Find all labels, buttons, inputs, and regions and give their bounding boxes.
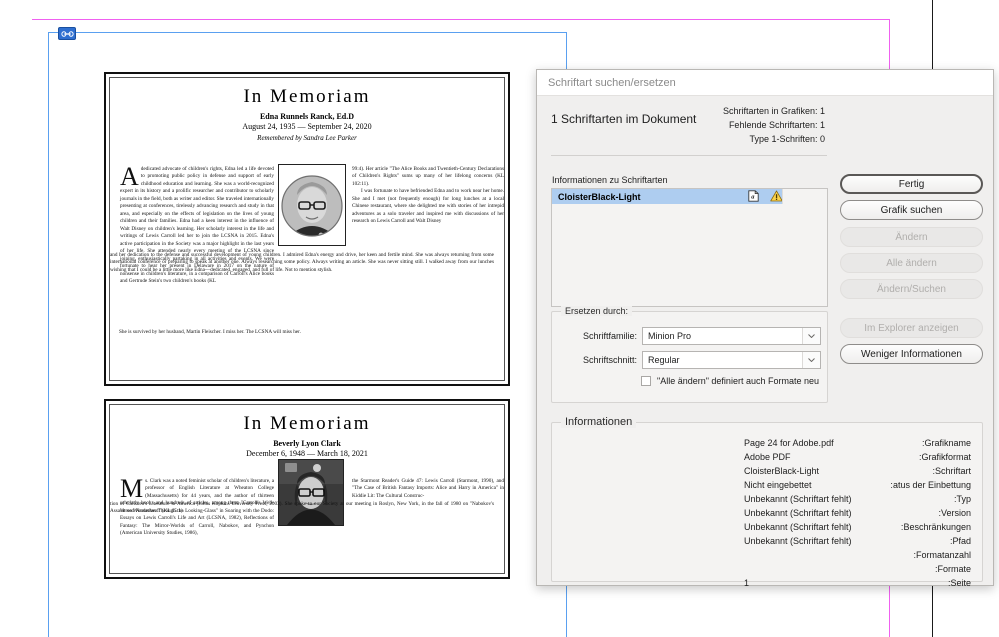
article-inner-1: In Memoriam Edna Runnels Ranck, Ed.D Aug… [109,77,505,381]
article-closing-1: She is survived by her husband, Martin F… [110,329,494,336]
info-value: Unbekannt (Schriftart fehlt) [744,536,852,546]
info-row: atus der Einbettung: Nicht eingebettet [551,480,971,494]
deceased-name: Edna Runnels Ranck, Ed.D [259,112,355,121]
redefine-styles-label: "Alle ändern" definiert auch Formate neu [657,376,819,386]
dropcap-2: M [120,473,144,503]
article-fullwidth-text-1: and her dedication to the defense and su… [110,252,494,273]
margin-guide-top [32,19,890,20]
font-family-select[interactable]: Minion Pro [642,327,821,345]
less-info-button[interactable]: Weniger Informationen [840,344,983,364]
reveal-in-explorer-button-label: Im Explorer anzeigen [864,322,959,334]
page-title-2: In Memoriam [243,413,371,434]
info-key: Formate: [934,564,971,574]
info-value: Unbekannt (Schriftart fehlt) [744,494,852,504]
link-chain-icon[interactable] [58,27,76,40]
done-button-label: Fertig [898,178,925,190]
font-name-label: CloisterBlack-Light [558,191,641,202]
dialog-titlebar: Schriftart suchen/ersetzen [537,70,993,96]
chevron-down-icon[interactable] [802,328,820,344]
chevron-down-icon-2[interactable] [802,352,820,368]
document-a-icon: a [748,189,759,204]
article-fullwidth-text-2: tion of Children's Literature in America… [110,501,494,515]
deceased-dates: August 24, 1935 — September 24, 2020 [242,122,372,132]
info-value: Unbekannt (Schriftart fehlt) [744,522,852,532]
info-row: Formate: [551,564,971,578]
info-row: Seite: 1 [551,578,971,592]
article-fullwidth-2: tion of Children's Literature in America… [110,501,494,516]
row-status-cell [782,189,827,204]
list-header-label: Informationen zu Schriftarten [552,175,668,185]
info-key: Seite: [947,578,971,588]
info-row: Version: Unbekannt (Schriftart fehlt) [551,508,971,522]
find-graphic-button[interactable]: Grafik suchen [840,200,983,220]
info-key: Grafikformat: [918,452,971,462]
info-row: Schriftart: CloisterBlack-Light [551,466,971,480]
article-inner-2: In Memoriam Beverly Lyon Clark December … [109,404,505,574]
find-font-dialog[interactable]: Schriftart suchen/ersetzen 1 Schriftarte… [536,69,994,588]
stat-type1-fonts: Type 1-Schriften: 0 [749,133,825,144]
dropcap-1: A [120,161,139,191]
redefine-styles-checkbox[interactable] [641,376,651,386]
info-row: Grafikname: Page 24 for Adobe.pdf [551,438,971,452]
screen: In Memoriam Edna Runnels Ranck, Ed.D Aug… [0,0,999,637]
info-row: Grafikformat: Adobe PDF [551,452,971,466]
find-graphic-button-label: Grafik suchen [880,204,943,216]
article-card-1[interactable]: In Memoriam Edna Runnels Ranck, Ed.D Aug… [104,72,510,386]
change-button-label: Ändern [895,231,928,243]
info-row: Beschränkungen: Unbekannt (Schriftart fe… [551,522,971,536]
info-row: Typ: Unbekannt (Schriftart fehlt) [551,494,971,508]
frame-guide-left [48,32,49,637]
article-col-right-text-1b: I was fortunate to have befriended Edna … [352,188,504,225]
article-col-right-text-1: 99:4). Her article "The Alice Books and … [352,165,504,187]
dialog-body: 1 Schriftarten im Dokument Schriftarten … [537,96,993,588]
portrait-photo-1 [278,164,346,246]
list-item[interactable]: CloisterBlack-Light a [552,189,827,204]
change-find-button-label: Ändern/Suchen [877,283,946,295]
article-col-right-2: the Starmont Reader's Guide 47: Lewis Ca… [352,478,504,500]
change-find-button: Ändern/Suchen [840,279,983,299]
font-family-label: Schriftfamilie: [582,331,637,341]
font-stats: Schriftarten in Grafiken: 1 Fehlende Sch… [565,105,825,147]
done-button[interactable]: Fertig [840,174,983,194]
stat-fonts-in-graphics: Schriftarten in Grafiken: 1 [722,106,825,116]
row-icon-group: a [748,189,783,204]
font-style-label: Schriftschnitt: [582,355,637,365]
article-col-right-1: 99:4). Her article "The Alice Books and … [352,166,504,226]
info-value: 1 [744,578,750,588]
info-value: Page 24 for Adobe.pdf [744,438,834,448]
header-divider [551,155,827,156]
reveal-in-explorer-button: Im Explorer anzeigen [840,318,983,338]
info-value: CloisterBlack-Light [744,466,820,476]
replace-group-legend: Ersetzen durch: [561,306,633,316]
redefine-styles-checkbox-row[interactable]: "Alle ändern" definiert auch Formate neu [641,376,819,386]
dialog-title: Schriftart suchen/ersetzen [548,76,676,89]
change-button: Ändern [840,227,983,247]
font-style-value: Regular [648,355,680,365]
change-all-button-label: Alle ändern [886,257,937,269]
stat-missing-fonts: Fehlende Schriftarten: 1 [728,119,825,130]
info-value: Adobe PDF [744,452,791,462]
article-closing-text-1: She is survived by her husband, Martin F… [119,329,301,335]
info-key: Formatanzahl: [913,550,971,560]
info-group-legend: Informationen [561,416,637,428]
font-list[interactable]: CloisterBlack-Light a [551,188,828,307]
less-info-button-label: Weniger Informationen [861,348,962,360]
article-fullwidth-1: and her dedication to the defense and su… [110,252,494,274]
info-row: Formatanzahl: [551,550,971,564]
remembered-by: Remembered by Sandra Lee Parker [257,133,357,142]
page-title: In Memoriam [243,86,371,107]
change-all-button: Alle ändern [840,253,983,273]
info-rows: Grafikname: Page 24 for Adobe.pdf Grafik… [551,438,971,592]
article-col-right-text-2: the Starmont Reader's Guide 47: Lewis Ca… [352,477,504,499]
font-style-select[interactable]: Regular [642,351,821,369]
font-family-value: Minion Pro [648,331,692,341]
deceased-name-2: Beverly Lyon Clark [273,439,341,448]
frame-guide-top [48,32,567,33]
info-value: Unbekannt (Schriftart fehlt) [744,508,852,518]
info-value: Nicht eingebettet [744,480,812,490]
info-row: Pfad: Unbekannt (Schriftart fehlt) [551,536,971,550]
article-card-2[interactable]: In Memoriam Beverly Lyon Clark December … [104,399,510,579]
